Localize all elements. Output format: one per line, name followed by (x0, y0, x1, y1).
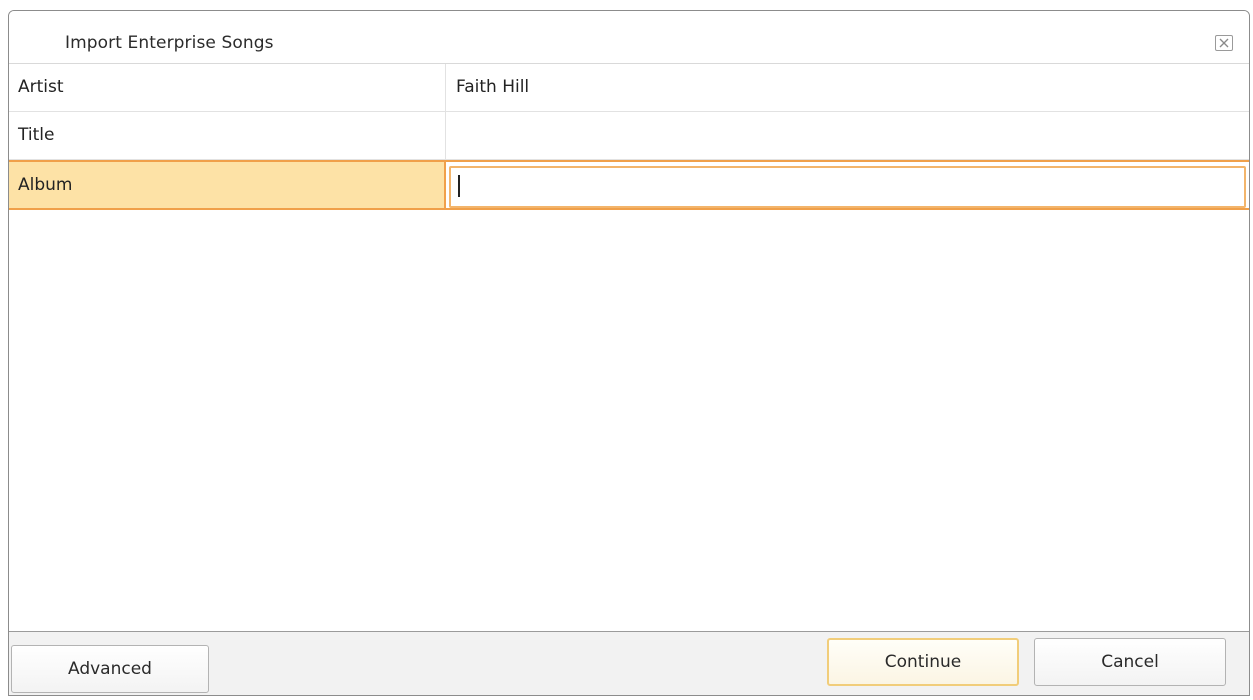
import-dialog: Import Enterprise Songs Artist Faith Hil… (8, 10, 1250, 696)
advanced-button[interactable]: Advanced (11, 645, 209, 693)
row-label-artist: Artist (9, 64, 446, 111)
row-label-album: Album (9, 162, 446, 208)
row-value-title[interactable] (446, 112, 1249, 159)
cancel-button[interactable]: Cancel (1034, 638, 1226, 686)
close-button[interactable] (1215, 35, 1233, 51)
dialog-title: Import Enterprise Songs (65, 33, 274, 53)
row-label-title: Title (9, 112, 446, 159)
album-input[interactable] (449, 166, 1246, 208)
continue-button[interactable]: Continue (827, 638, 1019, 686)
row-value-artist[interactable]: Faith Hill (446, 64, 1249, 111)
close-icon (1219, 38, 1229, 48)
row-title[interactable]: Title (9, 112, 1249, 160)
dialog-footer: Advanced Continue Cancel (9, 631, 1249, 695)
row-artist[interactable]: Artist Faith Hill (9, 64, 1249, 112)
title-bar: Import Enterprise Songs (9, 11, 1249, 64)
row-value-album-container (446, 162, 1249, 208)
property-grid: Artist Faith Hill Title Album (9, 64, 1249, 210)
row-album[interactable]: Album (9, 160, 1249, 210)
